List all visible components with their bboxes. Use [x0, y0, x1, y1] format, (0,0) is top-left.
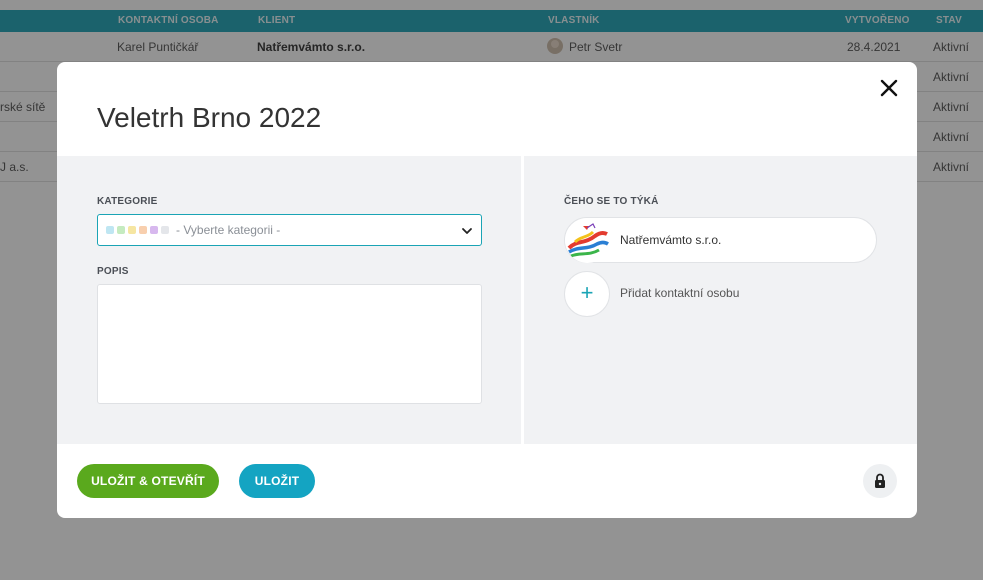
save-button[interactable]: ULOŽIT: [239, 464, 315, 498]
plus-icon: +: [564, 271, 610, 317]
add-contact-button[interactable]: + Přidat kontaktní osobu: [564, 271, 864, 317]
column-divider: [521, 156, 524, 444]
swatch-1: [106, 226, 114, 234]
save-and-open-button[interactable]: ULOŽIT & OTEVŘÍT: [77, 464, 219, 498]
swatch-4: [139, 226, 147, 234]
category-label: KATEGORIE: [97, 196, 158, 207]
add-contact-label: Přidat kontaktní osobu: [620, 286, 740, 300]
swatch-6: [161, 226, 169, 234]
modal-title: Veletrh Brno 2022: [97, 102, 322, 133]
swatch-3: [128, 226, 136, 234]
description-label: POPIS: [97, 266, 129, 277]
lock-icon: [875, 473, 885, 488]
description-textarea[interactable]: [97, 284, 482, 404]
close-button[interactable]: [877, 76, 901, 100]
swatch-5: [150, 226, 158, 234]
company-name: Natřemvámto s.r.o.: [620, 233, 722, 247]
related-company-chip[interactable]: Natřemvámto s.r.o.: [564, 217, 877, 263]
new-event-modal: Veletrh Brno 2022 KATEGORIE - Vyberte ka…: [57, 62, 917, 518]
category-color-swatches: [106, 226, 169, 234]
related-label: ČEHO SE TO TÝKÁ: [564, 196, 659, 207]
swatch-2: [117, 226, 125, 234]
category-placeholder: - Vyberte kategorii -: [176, 223, 281, 237]
lock-button[interactable]: [863, 464, 897, 498]
close-icon: [880, 79, 898, 97]
chevron-down-icon: [462, 228, 472, 234]
category-select[interactable]: - Vyberte kategorii -: [97, 214, 482, 246]
company-logo: [565, 218, 610, 263]
modal-body: KATEGORIE - Vyberte kategorii - POPIS ČE…: [57, 156, 917, 444]
